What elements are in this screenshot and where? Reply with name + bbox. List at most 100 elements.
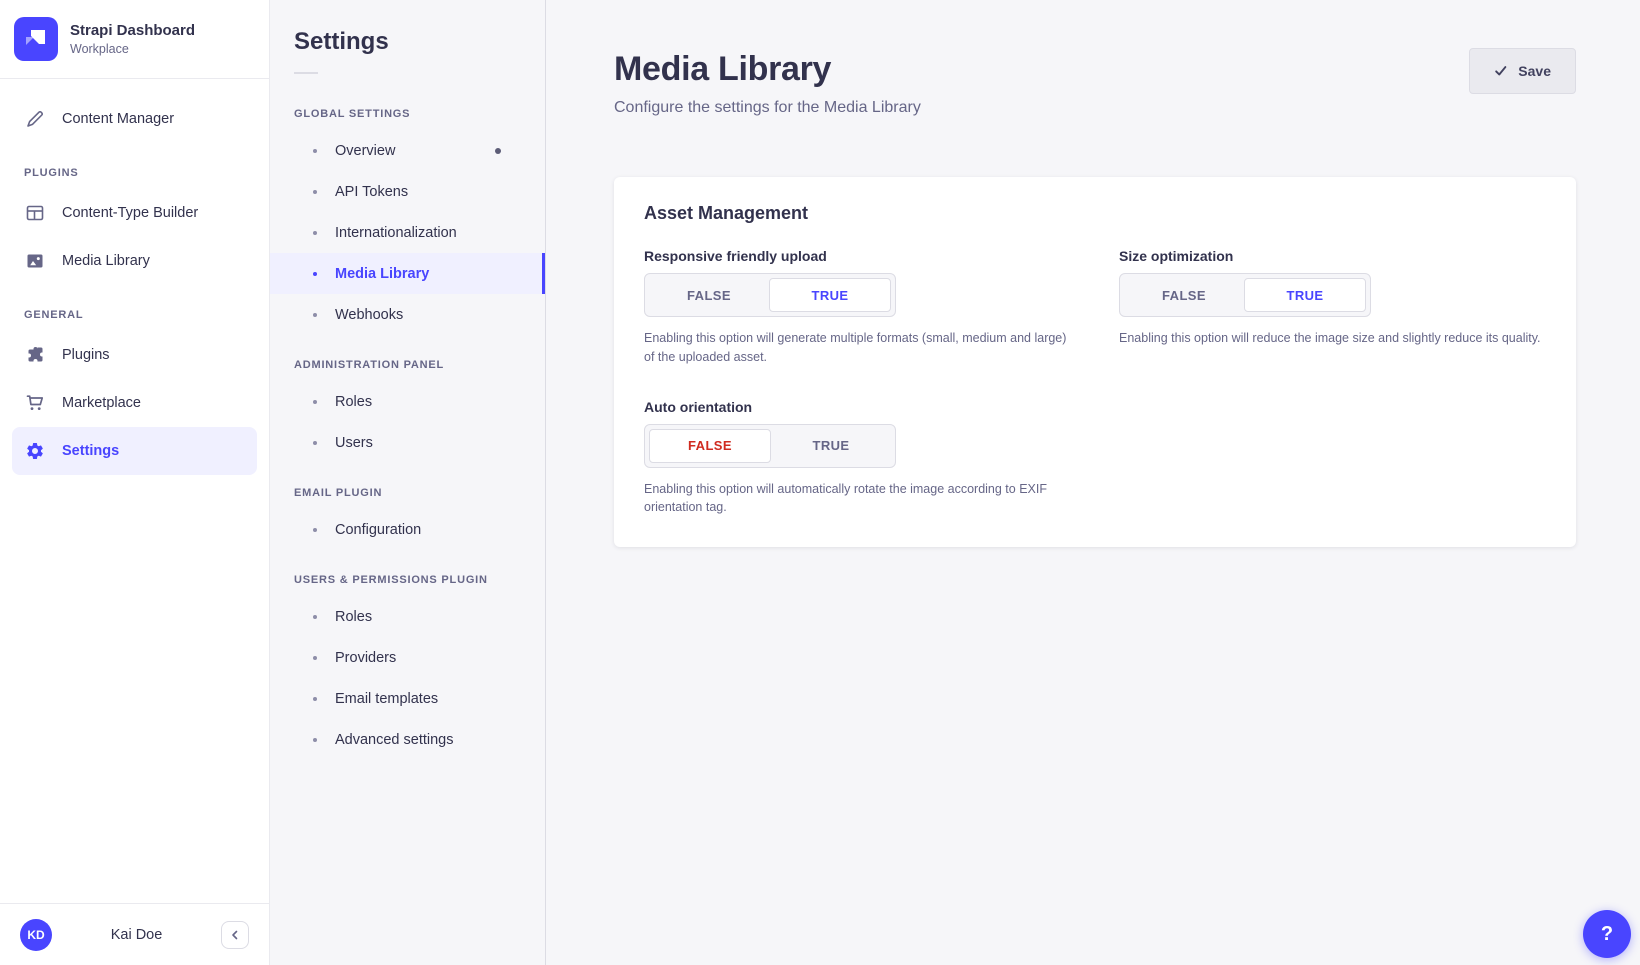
field-responsive-friendly-upload: Responsive friendly upload FALSE TRUE En…: [644, 248, 1071, 367]
avatar[interactable]: KD: [20, 919, 52, 951]
settings-item-label: API Tokens: [335, 184, 408, 200]
collapse-sidebar-button[interactable]: [221, 921, 249, 949]
settings-item-label: Advanced settings: [335, 732, 454, 748]
app-title: Strapi Dashboard: [70, 22, 195, 41]
bullet-icon: [313, 656, 317, 660]
nav-item-label: Marketplace: [62, 395, 141, 411]
toggle-option-false[interactable]: FALSE: [1124, 278, 1244, 312]
bullet-icon: [313, 615, 317, 619]
settings-item-label: Webhooks: [335, 307, 403, 323]
bullet-icon: [313, 697, 317, 701]
settings-item-label: Media Library: [335, 266, 429, 282]
responsive-friendly-upload-toggle[interactable]: FALSE TRUE: [644, 273, 896, 317]
card-title: Asset Management: [644, 203, 1546, 224]
toggle-option-true[interactable]: TRUE: [769, 278, 891, 312]
field-hint: Enabling this option will reduce the ima…: [1119, 329, 1546, 348]
nav-item-plugins[interactable]: Plugins: [12, 331, 257, 379]
picture-icon: [24, 250, 46, 272]
sidebar-footer: KD Kai Doe: [0, 903, 269, 965]
settings-item-label: Internationalization: [335, 225, 457, 241]
settings-item-label: Providers: [335, 650, 396, 666]
nav-section-general: GENERAL: [24, 309, 245, 321]
settings-item-providers[interactable]: Providers: [270, 637, 545, 678]
pen-icon: [24, 108, 46, 130]
field-auto-orientation: Auto orientation FALSE TRUE Enabling thi…: [644, 399, 1071, 518]
toggle-option-true[interactable]: TRUE: [1244, 278, 1366, 312]
field-label: Size optimization: [1119, 248, 1546, 264]
section-administration-panel: ADMINISTRATION PANEL: [294, 359, 521, 371]
bullet-icon: [313, 528, 317, 532]
page-header: Media Library Configure the settings for…: [546, 0, 1640, 117]
divider: [294, 72, 318, 74]
bullet-icon: [313, 441, 317, 445]
primary-nav-list: Content Manager PLUGINS Content-Type Bui…: [0, 79, 269, 475]
settings-item-label: Roles: [335, 394, 372, 410]
nav-item-label: Content-Type Builder: [62, 205, 198, 221]
toggle-option-true[interactable]: TRUE: [771, 429, 891, 463]
toggle-option-false[interactable]: FALSE: [649, 429, 771, 463]
nav-item-marketplace[interactable]: Marketplace: [12, 379, 257, 427]
bullet-icon: [313, 149, 317, 153]
nav-item-label: Settings: [62, 443, 119, 459]
settings-item-label: Configuration: [335, 522, 421, 538]
user-name: Kai Doe: [52, 927, 221, 943]
auto-orientation-toggle[interactable]: FALSE TRUE: [644, 424, 896, 468]
settings-item-api-tokens[interactable]: API Tokens: [270, 171, 545, 212]
save-button-label: Save: [1518, 63, 1551, 79]
settings-item-overview[interactable]: Overview: [270, 130, 545, 171]
chevron-left-icon: [229, 929, 241, 941]
section-items: Configuration: [270, 509, 545, 550]
field-hint: Enabling this option will generate multi…: [644, 329, 1071, 367]
nav-item-settings[interactable]: Settings: [12, 427, 257, 475]
notification-dot: [495, 148, 501, 154]
nav-group-general: Plugins Marketplace Settings: [0, 331, 269, 475]
section-items: Overview API Tokens Internationalization…: [270, 130, 545, 335]
brand-text: Strapi Dashboard Workplace: [70, 22, 195, 57]
nav-section-plugins: PLUGINS: [24, 167, 245, 179]
section-email-plugin: EMAIL PLUGIN: [294, 487, 521, 499]
field-size-optimization: Size optimization FALSE TRUE Enabling th…: [1119, 248, 1546, 367]
section-items: Roles Users: [270, 381, 545, 463]
size-optimization-toggle[interactable]: FALSE TRUE: [1119, 273, 1371, 317]
nav-group-plugins: Content-Type Builder Media Library: [0, 189, 269, 285]
fields-grid: Responsive friendly upload FALSE TRUE En…: [644, 248, 1546, 517]
bullet-icon: [313, 272, 317, 276]
toggle-option-false[interactable]: FALSE: [649, 278, 769, 312]
page-title: Media Library: [614, 50, 921, 89]
cart-icon: [24, 392, 46, 414]
save-button[interactable]: Save: [1469, 48, 1576, 94]
settings-item-admin-roles[interactable]: Roles: [270, 381, 545, 422]
section-items: Roles Providers Email templates Advanced…: [270, 596, 545, 760]
settings-item-label: Users: [335, 435, 373, 451]
bullet-icon: [313, 400, 317, 404]
nav-item-media-library[interactable]: Media Library: [12, 237, 257, 285]
asset-management-card: Asset Management Responsive friendly upl…: [614, 177, 1576, 547]
page-header-text: Media Library Configure the settings for…: [614, 48, 921, 117]
section-global-settings: GLOBAL SETTINGS: [294, 108, 521, 120]
nav-item-content-type-builder[interactable]: Content-Type Builder: [12, 189, 257, 237]
nav-item-label: Media Library: [62, 253, 150, 269]
bullet-icon: [313, 738, 317, 742]
settings-item-internationalization[interactable]: Internationalization: [270, 212, 545, 253]
gear-icon: [24, 440, 46, 462]
settings-item-label: Overview: [335, 143, 395, 159]
settings-item-email-templates[interactable]: Email templates: [270, 678, 545, 719]
page-subtitle: Configure the settings for the Media Lib…: [614, 99, 921, 117]
settings-item-advanced-settings[interactable]: Advanced settings: [270, 719, 545, 760]
nav-item-content-manager[interactable]: Content Manager: [12, 95, 257, 143]
settings-item-webhooks[interactable]: Webhooks: [270, 294, 545, 335]
bullet-icon: [313, 190, 317, 194]
bullet-icon: [313, 313, 317, 317]
nav-item-label: Content Manager: [62, 111, 174, 127]
settings-item-label: Roles: [335, 609, 372, 625]
field-label: Responsive friendly upload: [644, 248, 1071, 264]
help-button[interactable]: ?: [1583, 910, 1631, 958]
check-icon: [1494, 64, 1508, 78]
main-content: Media Library Configure the settings for…: [546, 0, 1640, 965]
settings-item-email-configuration[interactable]: Configuration: [270, 509, 545, 550]
settings-item-media-library[interactable]: Media Library: [270, 253, 545, 294]
settings-item-up-roles[interactable]: Roles: [270, 596, 545, 637]
settings-item-admin-users[interactable]: Users: [270, 422, 545, 463]
brand[interactable]: Strapi Dashboard Workplace: [0, 0, 269, 79]
settings-item-label: Email templates: [335, 691, 438, 707]
